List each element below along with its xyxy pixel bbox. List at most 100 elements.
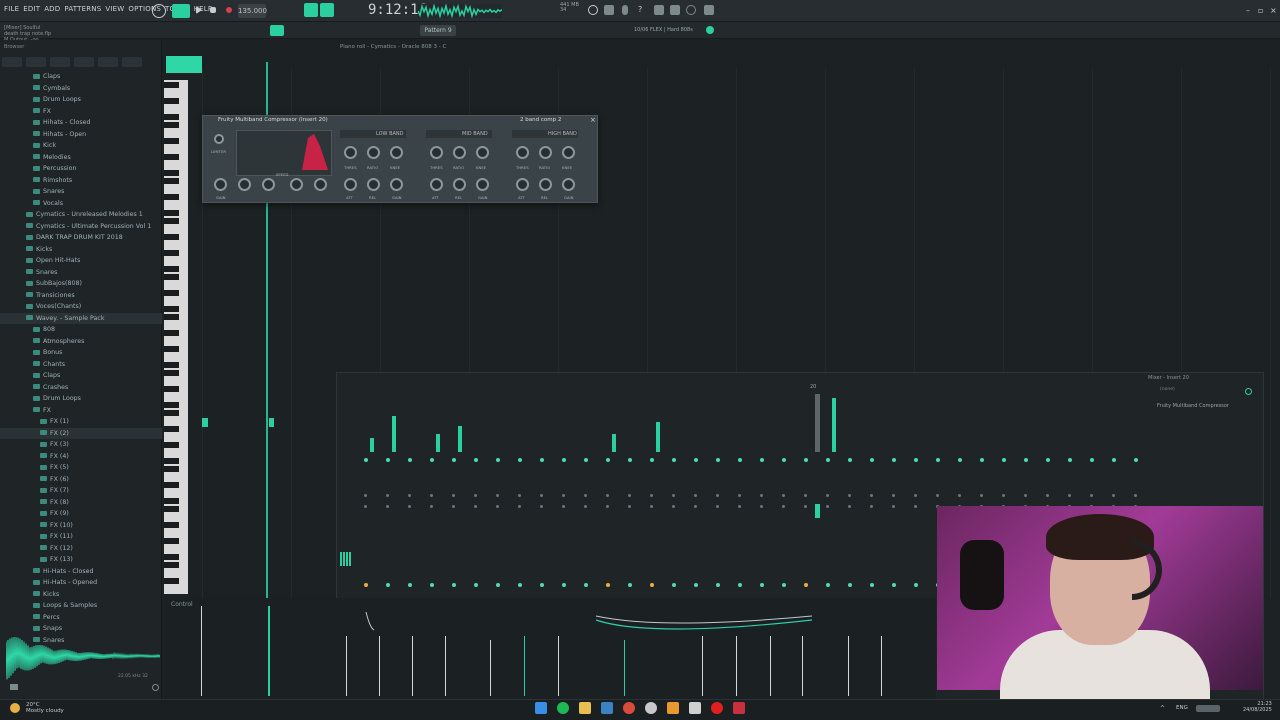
channel-enable-led[interactable] (474, 458, 478, 462)
black-key[interactable] (164, 498, 179, 504)
channel-pan-knob[interactable] (606, 494, 609, 497)
black-key[interactable] (164, 250, 179, 256)
velocity-bar[interactable] (848, 636, 849, 696)
channel-enable-led[interactable] (826, 458, 830, 462)
compressor-knob[interactable] (367, 178, 380, 191)
weather-widget[interactable]: 20°C Mostly cloudy (26, 702, 64, 714)
velocity-bar[interactable] (268, 606, 270, 696)
channel-pan-knob[interactable] (980, 494, 983, 497)
note[interactable] (202, 418, 208, 427)
channel-volume-knob[interactable] (606, 505, 609, 508)
black-key[interactable] (164, 346, 179, 352)
browser-folder[interactable]: Drum Loops (0, 393, 162, 405)
channel-pan-knob[interactable] (1068, 494, 1071, 497)
compressor-knob[interactable] (367, 146, 380, 159)
app-icon[interactable] (689, 702, 701, 714)
channel-pan-knob[interactable] (848, 494, 851, 497)
channel-enable-led[interactable] (914, 458, 918, 462)
channel-enable-led[interactable] (430, 458, 434, 462)
black-key[interactable] (164, 122, 179, 128)
channel-enable-led[interactable] (936, 458, 940, 462)
browser-folder[interactable]: FX (13) (0, 554, 162, 566)
black-key[interactable] (164, 138, 179, 144)
search-icon[interactable] (152, 684, 159, 691)
black-key[interactable] (164, 482, 179, 488)
plugin-preset[interactable]: 2 band comp 2 (520, 117, 561, 123)
browser-folder[interactable]: Kicks (0, 589, 162, 601)
channel-pan-knob[interactable] (452, 494, 455, 497)
browser-tab-back[interactable] (50, 56, 70, 67)
plugin-close-icon[interactable]: × (590, 116, 596, 124)
channel-pan-knob[interactable] (1024, 494, 1027, 497)
black-key[interactable] (164, 194, 179, 200)
channel-route-button[interactable] (716, 583, 720, 587)
pattern-song-toggle[interactable] (172, 4, 190, 18)
language-indicator[interactable]: ENG (1176, 705, 1188, 711)
black-key[interactable] (164, 426, 179, 432)
compressor-knob[interactable] (390, 146, 403, 159)
channel-enable-led[interactable] (452, 458, 456, 462)
browser-folder[interactable]: FX (8) (0, 497, 162, 509)
black-key[interactable] (164, 178, 179, 184)
channel-route-button[interactable] (826, 583, 830, 587)
browser-folder[interactable]: Vocals (0, 198, 162, 210)
channel-route-button[interactable] (518, 583, 522, 587)
chat-icon[interactable] (686, 5, 696, 15)
channel-enable-led[interactable] (540, 458, 544, 462)
black-key[interactable] (164, 458, 179, 464)
black-key[interactable] (164, 170, 179, 176)
metronome-button[interactable] (304, 3, 318, 17)
channel-pan-knob[interactable] (826, 494, 829, 497)
channel-pan-knob[interactable] (892, 494, 895, 497)
browser-folder[interactable]: FX (9) (0, 508, 162, 520)
channel-route-button[interactable] (804, 583, 808, 587)
black-key[interactable] (164, 234, 179, 240)
black-key[interactable] (164, 274, 179, 280)
chrome-icon[interactable] (623, 702, 635, 714)
mixer-icon[interactable] (670, 5, 680, 15)
browser-folder[interactable]: Open Hit-Hats (0, 255, 162, 267)
recording-app-icon[interactable] (733, 702, 745, 714)
browser-folder[interactable]: Snares (0, 186, 162, 198)
channel-volume-knob[interactable] (672, 505, 675, 508)
browser-folder[interactable]: Cymbals (0, 83, 162, 95)
browser-folder[interactable]: SubBajos(808) (0, 278, 162, 290)
browser-folder[interactable]: Hihats - Closed (0, 117, 162, 129)
black-key[interactable] (164, 266, 179, 272)
channel-route-button[interactable] (738, 583, 742, 587)
help-icon[interactable]: ? (638, 5, 646, 15)
black-key[interactable] (164, 218, 179, 224)
browser-folder[interactable]: FX (0, 106, 162, 118)
browser-tab-all[interactable] (2, 56, 22, 67)
browser-folder[interactable]: Percussion (0, 163, 162, 175)
channel-enable-led[interactable] (584, 458, 588, 462)
channel-volume-knob[interactable] (826, 505, 829, 508)
browser-folder[interactable]: FX (5) (0, 462, 162, 474)
channel-volume-knob[interactable] (914, 505, 917, 508)
channel-enable-led[interactable] (1024, 458, 1028, 462)
mixer-slot-enable-icon[interactable] (1245, 388, 1252, 395)
channel-volume-knob[interactable] (870, 505, 873, 508)
channel-volume-knob[interactable] (540, 505, 543, 508)
channel-pan-knob[interactable] (694, 494, 697, 497)
black-key[interactable] (164, 290, 179, 296)
browser-folder[interactable]: FX (7) (0, 485, 162, 497)
browser-tab-forward[interactable] (74, 56, 94, 67)
download-icon[interactable] (704, 5, 714, 15)
channel-volume-knob[interactable] (716, 505, 719, 508)
channel-route-button[interactable] (848, 583, 852, 587)
channel-pan-knob[interactable] (804, 494, 807, 497)
channel-route-button[interactable] (672, 583, 676, 587)
browser-folder[interactable]: Kicks (0, 244, 162, 256)
browser-folder[interactable]: Rimshots (0, 175, 162, 187)
browser-tab-files[interactable] (26, 56, 46, 67)
channel-volume-knob[interactable] (364, 505, 367, 508)
compressor-knob[interactable] (476, 178, 489, 191)
wait-record-button[interactable] (320, 3, 334, 17)
compressor-knob[interactable] (344, 178, 357, 191)
black-key[interactable] (164, 506, 179, 512)
black-key[interactable] (164, 306, 179, 312)
channel-route-button[interactable] (562, 583, 566, 587)
channel-pan-knob[interactable] (518, 494, 521, 497)
export-icon[interactable] (654, 5, 664, 15)
